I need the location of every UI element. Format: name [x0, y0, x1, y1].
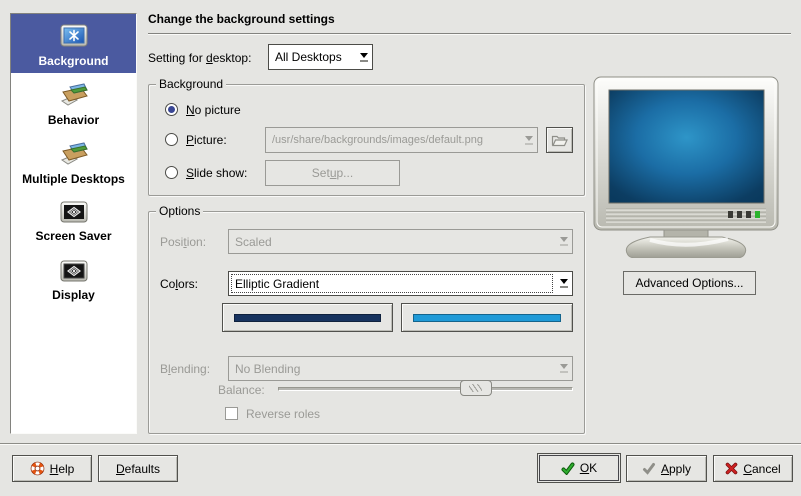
- balance-slider-handle: [460, 380, 492, 396]
- module-list: Background Behavior Multiple Desktops: [10, 13, 137, 434]
- slide-show-label: Slide show:: [186, 166, 247, 180]
- blending-combobox: No Blending: [228, 356, 573, 381]
- position-combobox: Scaled: [228, 229, 573, 254]
- page-title: Change the background settings: [148, 12, 335, 26]
- defaults-button[interactable]: Defaults: [98, 455, 178, 482]
- picture-label: Picture:: [186, 133, 227, 147]
- dark-monitor-icon: [59, 199, 89, 227]
- sidebar-item-multiple-desktops[interactable]: Multiple Desktops: [11, 132, 136, 191]
- position-label: Position:: [160, 235, 206, 249]
- desktop-stack-icon: [57, 79, 91, 111]
- color2-bar: [413, 314, 561, 322]
- help-lifebuoy-icon: [30, 461, 45, 476]
- chevron-down-icon: [555, 357, 572, 380]
- chevron-down-icon: [555, 272, 572, 295]
- picture-radio[interactable]: [165, 133, 178, 146]
- background-monitor-icon: [58, 20, 90, 52]
- help-button[interactable]: Help: [12, 455, 92, 482]
- background-settings-window: Background Behavior Multiple Desktops: [0, 0, 801, 496]
- cancel-x-icon: [725, 462, 738, 475]
- slide-show-radio[interactable]: [165, 166, 178, 179]
- sidebar-item-label: Behavior: [48, 113, 99, 127]
- ok-check-icon: [561, 462, 575, 475]
- color1-button[interactable]: [222, 303, 393, 332]
- dark-monitor-icon: [59, 258, 89, 286]
- cancel-button[interactable]: Cancel: [713, 455, 793, 482]
- sidebar-item-label: Background: [38, 54, 108, 68]
- chevron-down-icon: [520, 128, 537, 152]
- blending-label: Blending:: [160, 362, 210, 376]
- reverse-roles-label: Reverse roles: [246, 407, 320, 421]
- balance-slider-groove: [278, 387, 573, 391]
- desktop-select-label: Setting for desktop:: [148, 51, 251, 65]
- advanced-options-button[interactable]: Advanced Options...: [623, 271, 756, 295]
- ok-button[interactable]: OK: [537, 453, 621, 483]
- colors-label: Colors:: [160, 277, 198, 291]
- footer-separator: [0, 443, 801, 445]
- no-picture-label: No picture: [186, 103, 241, 117]
- desktop-stack-icon: [57, 138, 91, 170]
- colors-combobox[interactable]: Elliptic Gradient: [228, 271, 573, 296]
- picture-path-combobox: /usr/share/backgrounds/images/default.pn…: [265, 127, 538, 153]
- background-preview-monitor: [592, 74, 780, 258]
- balance-slider: [278, 380, 573, 397]
- apply-check-icon: [642, 462, 656, 475]
- desktop-select-combobox[interactable]: All Desktops: [268, 44, 373, 70]
- sidebar-item-background[interactable]: Background: [11, 14, 136, 73]
- color2-button[interactable]: [401, 303, 573, 332]
- apply-button[interactable]: Apply: [626, 455, 707, 482]
- sidebar-item-label: Screen Saver: [35, 229, 111, 243]
- setup-button: Setup...: [265, 160, 400, 186]
- no-picture-radio[interactable]: [165, 103, 178, 116]
- color1-bar: [234, 314, 381, 322]
- sidebar-item-behavior[interactable]: Behavior: [11, 73, 136, 132]
- title-separator: [148, 33, 791, 35]
- reverse-roles-checkbox: [225, 407, 238, 420]
- sidebar-item-label: Display: [52, 288, 95, 302]
- chevron-down-icon: [555, 230, 572, 253]
- browse-folder-button: [546, 127, 573, 153]
- balance-label: Balance:: [218, 383, 265, 397]
- background-group-title: Background: [156, 77, 226, 91]
- options-group-title: Options: [156, 204, 203, 218]
- sidebar-item-label: Multiple Desktops: [22, 172, 125, 186]
- sidebar-item-screen-saver[interactable]: Screen Saver: [11, 191, 136, 250]
- chevron-down-icon: [355, 45, 372, 69]
- sidebar-item-display[interactable]: Display: [11, 250, 136, 309]
- folder-icon: [551, 133, 568, 147]
